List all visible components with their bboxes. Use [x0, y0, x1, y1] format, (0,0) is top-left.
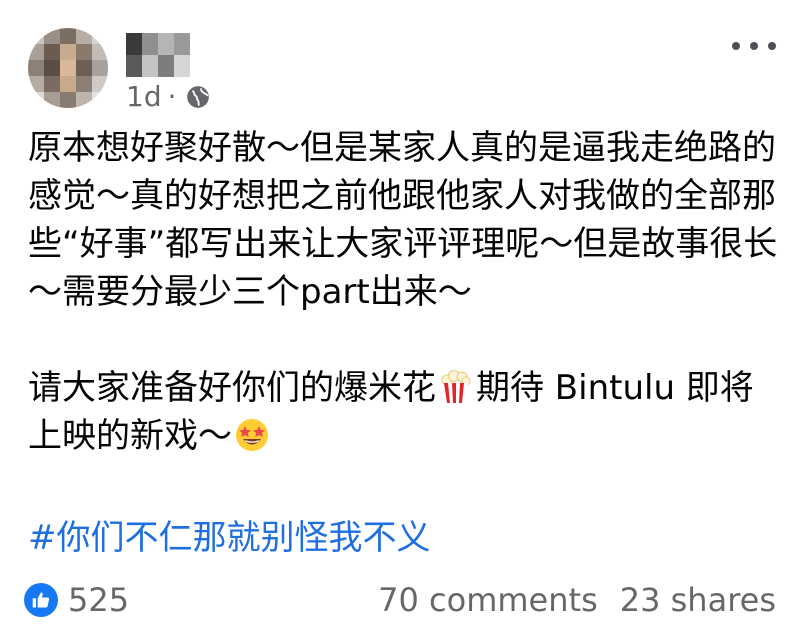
popcorn-emoji	[441, 370, 471, 403]
hashtag-link[interactable]: #你们不仁那就别怪我不义	[28, 514, 431, 562]
author-name[interactable]	[126, 33, 190, 77]
reaction-count: 525	[68, 581, 130, 619]
facebook-post: 1d · 原本想好聚好散～但是某家人真的是逼我走绝路的感觉～真的好想把之前他跟他…	[0, 0, 800, 636]
engagement-counts: 70 comments 23 shares	[378, 581, 776, 619]
post-text-segment: 请大家准备好你们的爆米花	[28, 368, 436, 408]
like-icon	[24, 583, 58, 617]
more-dot	[732, 42, 740, 50]
post-paragraph: 请大家准备好你们的爆米花 期待 Bintulu 即将上映的新戏～	[28, 364, 780, 460]
star-struck-emoji	[236, 419, 268, 451]
post-time[interactable]: 1d	[126, 80, 162, 113]
globe-icon[interactable]	[185, 84, 211, 110]
avatar[interactable]	[28, 28, 108, 108]
comments-count[interactable]: 70 comments	[378, 581, 598, 619]
more-dot	[750, 42, 758, 50]
meta-separator: ·	[167, 80, 177, 113]
post-text: 原本想好聚好散～但是某家人真的是逼我走绝路的感觉～真的好想把之前他跟他家人对我做…	[28, 124, 780, 460]
shares-count[interactable]: 23 shares	[620, 581, 776, 619]
post-footer: 525 70 comments 23 shares	[24, 578, 776, 622]
more-dot	[768, 42, 776, 50]
more-options-button[interactable]	[732, 36, 776, 56]
post-paragraph: 原本想好聚好散～但是某家人真的是逼我走绝路的感觉～真的好想把之前他跟他家人对我做…	[28, 128, 778, 312]
post-meta: 1d ·	[126, 80, 211, 113]
reactions-summary[interactable]: 525	[24, 581, 129, 619]
